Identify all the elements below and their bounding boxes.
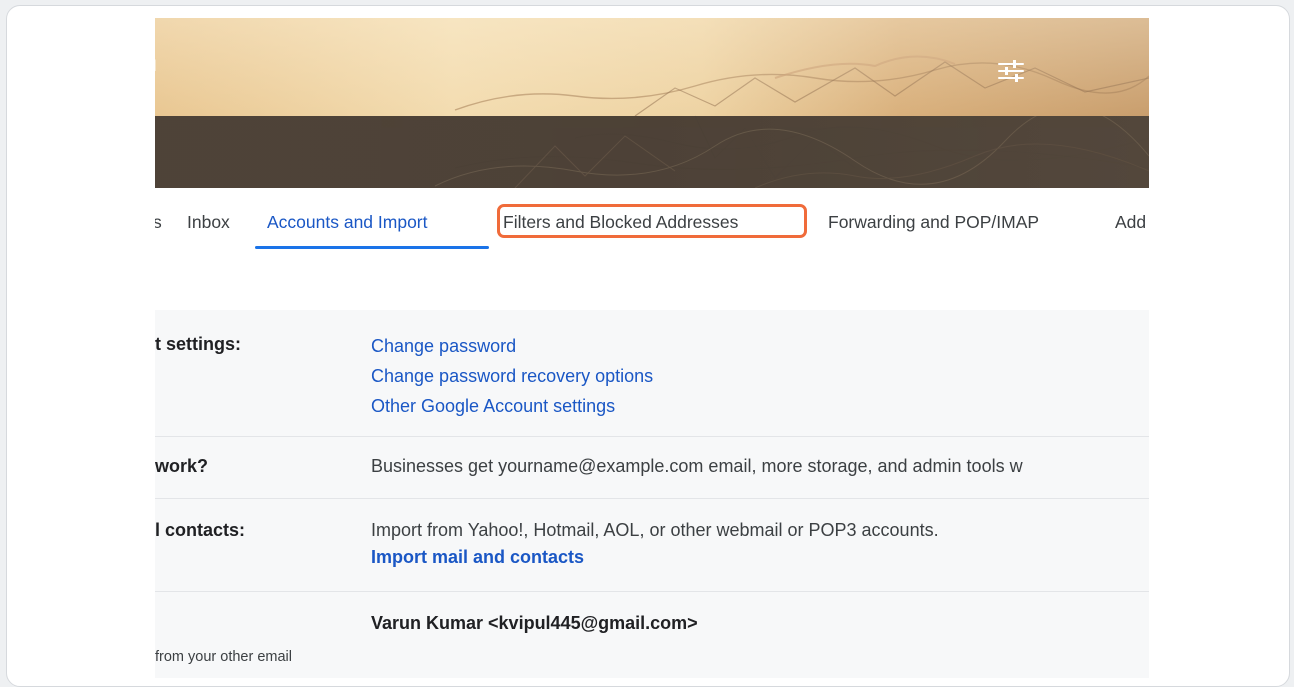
account-settings-links: Change password Change password recovery…: [371, 331, 653, 421]
tab-forwarding-and-pop-imap[interactable]: Forwarding and POP/IMAP: [828, 212, 1039, 233]
row-using-for-work: work? Businesses get yourname@example.co…: [155, 436, 1149, 499]
banner-dark-texture: [434, 106, 1149, 188]
tab-inbox[interactable]: Inbox: [187, 212, 230, 233]
import-description: Import from Yahoo!, Hotmail, AOL, or oth…: [371, 520, 939, 540]
other-google-account-settings-link[interactable]: Other Google Account settings: [371, 391, 653, 421]
row-import-mail: l contacts: Import from Yahoo!, Hotmail,…: [155, 498, 1149, 592]
tab-general-partial[interactable]: s: [155, 212, 162, 233]
settings-sliders-icon[interactable]: [997, 58, 1025, 84]
change-password-recovery-link[interactable]: Change password recovery options: [371, 361, 653, 391]
tab-addons-partial[interactable]: Add: [1115, 212, 1146, 233]
brand-text: il: [155, 58, 157, 76]
import-mail-and-contacts-link[interactable]: Import mail and contacts: [371, 547, 939, 568]
work-label: work?: [155, 456, 209, 476]
banner-dark-strip: [155, 106, 1149, 188]
theme-banner: il: [155, 18, 1149, 188]
work-description: Businesses get yourname@example.com emai…: [371, 456, 1023, 476]
import-content: Import from Yahoo!, Hotmail, AOL, or oth…: [371, 520, 939, 568]
tutorial-highlight-box: [497, 204, 807, 238]
change-password-link[interactable]: Change password: [371, 331, 653, 361]
send-as-identity: Varun Kumar <kvipul445@gmail.com>: [371, 613, 698, 633]
account-settings-label: t settings:: [155, 334, 242, 354]
tab-accounts-and-import[interactable]: Accounts and Import: [267, 212, 428, 233]
settings-table: t settings: Change password Change passw…: [155, 310, 1149, 678]
send-as-label: from your other email: [155, 649, 292, 665]
import-label: l contacts:: [155, 520, 246, 540]
active-tab-indicator: [255, 246, 489, 249]
row-account-settings: t settings: Change password Change passw…: [155, 310, 1149, 437]
settings-tabs: s Inbox Accounts and Import Filters and …: [155, 188, 1149, 250]
screenshot-card: il s Inbox Accounts and Import Filters a…: [6, 5, 1290, 687]
gmail-settings-viewport: il s Inbox Accounts and Import Filters a…: [155, 18, 1149, 678]
